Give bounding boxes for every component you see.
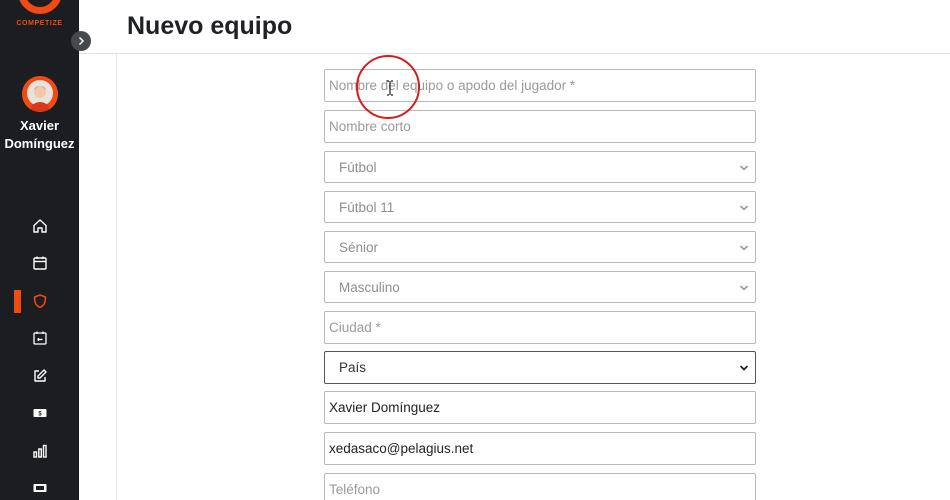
city-input[interactable]: Ciudad * xyxy=(324,311,756,344)
user-first-name: Xavier xyxy=(19,118,60,133)
category-select-value: Sénior xyxy=(339,239,379,255)
text-cursor-icon xyxy=(387,80,393,96)
country-select-value: País xyxy=(339,360,367,375)
modality-select-value: Fútbol 11 xyxy=(339,199,395,215)
stats-icon xyxy=(32,444,47,458)
modality-select[interactable]: Fútbol 11 xyxy=(324,191,756,223)
page-header: Nuevo equipo xyxy=(79,0,950,54)
sidebar-item-tickets[interactable] xyxy=(0,470,79,500)
money-icon: $ xyxy=(33,409,46,418)
short-name-placeholder: Nombre corto xyxy=(329,119,411,134)
chevron-down-icon xyxy=(739,205,749,211)
sidebar-item-teams[interactable] xyxy=(0,282,79,320)
content-divider xyxy=(116,54,117,500)
phone-placeholder: Teléfono xyxy=(329,482,381,497)
calendar-icon xyxy=(32,256,47,270)
gender-select[interactable]: Masculino xyxy=(324,271,756,303)
edit-icon xyxy=(33,369,47,382)
sidebar-item-payments[interactable]: $ xyxy=(0,395,79,433)
avatar[interactable] xyxy=(22,76,58,112)
sidebar: COMPETIZE Xavier Domínguez $ xyxy=(0,0,79,500)
sidebar-collapse-button[interactable] xyxy=(71,31,91,51)
sidebar-item-calendar[interactable] xyxy=(0,245,79,283)
chevron-down-icon xyxy=(739,285,749,291)
sport-select[interactable]: Fútbol xyxy=(324,151,756,183)
contact-name-value: Xavier Domínguez xyxy=(329,400,441,415)
sidebar-nav: $ xyxy=(0,207,79,500)
user-name: Xavier Domínguez xyxy=(0,117,79,153)
contact-name-input[interactable]: Xavier Domínguez xyxy=(324,391,756,424)
user-last-name: Domínguez xyxy=(4,136,75,151)
chevron-down-icon xyxy=(739,245,749,251)
chevron-down-icon xyxy=(739,365,749,371)
chevron-right-icon xyxy=(78,36,85,46)
gender-select-value: Masculino xyxy=(339,279,400,295)
calendar-score-icon xyxy=(32,331,47,345)
sidebar-item-edit[interactable] xyxy=(0,357,79,395)
sidebar-item-fixtures[interactable] xyxy=(0,320,79,358)
sidebar-item-stats[interactable] xyxy=(0,432,79,470)
ticket-icon xyxy=(33,484,46,493)
home-icon xyxy=(32,219,47,233)
logo-text: COMPETIZE xyxy=(16,20,63,27)
phone-input[interactable]: Teléfono xyxy=(324,473,756,500)
sport-select-value: Fútbol xyxy=(339,159,377,175)
country-select[interactable]: País xyxy=(324,351,756,384)
city-placeholder: Ciudad * xyxy=(329,320,381,335)
competize-logo[interactable] xyxy=(18,0,62,14)
sidebar-item-home[interactable] xyxy=(0,207,79,245)
page-title: Nuevo equipo xyxy=(127,12,293,40)
chevron-down-icon xyxy=(739,165,749,171)
shield-icon xyxy=(33,294,46,308)
category-select[interactable]: Sénior xyxy=(324,231,756,263)
app-window: COMPETIZE Xavier Domínguez $ Nuevo equip… xyxy=(0,0,950,500)
email-input[interactable]: xedasaco@pelagius.net xyxy=(324,432,756,465)
email-value: xedasaco@pelagius.net xyxy=(329,441,474,456)
